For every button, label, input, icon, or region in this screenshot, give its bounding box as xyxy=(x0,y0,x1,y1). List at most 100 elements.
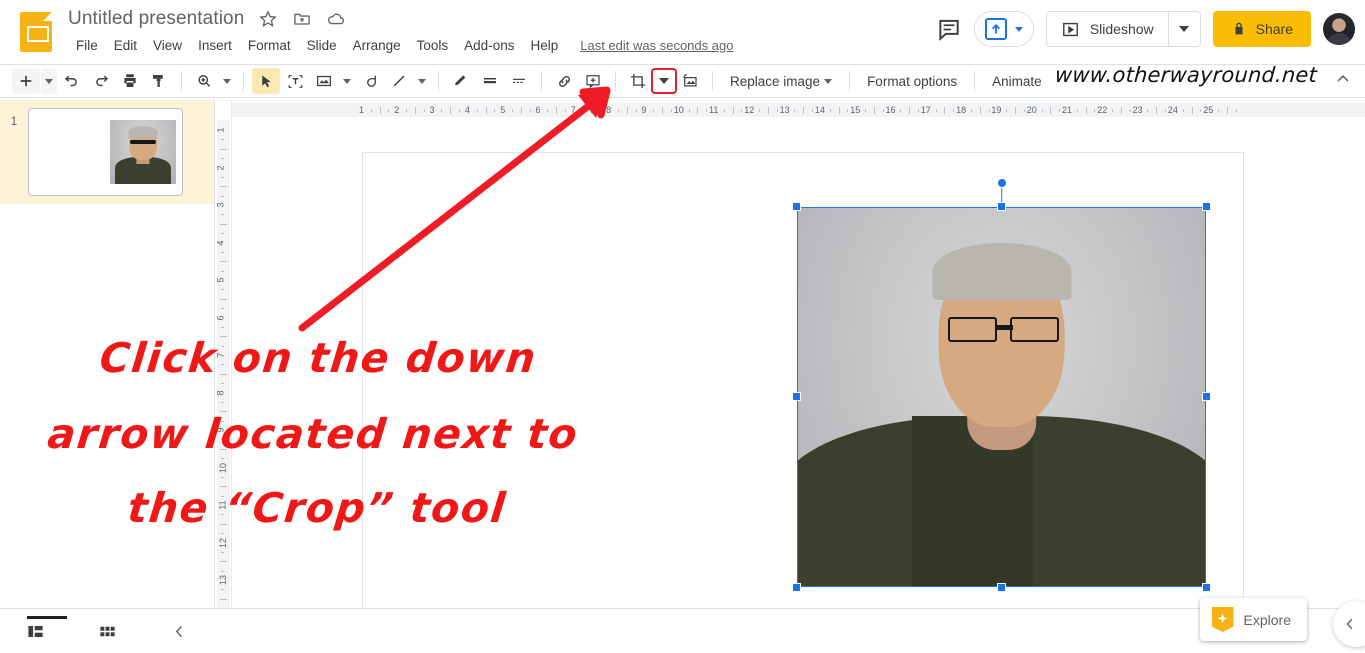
menu-format[interactable]: Format xyxy=(240,35,299,56)
replace-image-button[interactable]: Replace image xyxy=(721,70,841,93)
ruler-tick xyxy=(759,109,761,112)
menu-insert[interactable]: Insert xyxy=(190,35,240,56)
resize-handle-bl[interactable] xyxy=(792,583,801,592)
zoom-caret-icon[interactable] xyxy=(219,68,235,94)
slideshow-dropdown-button[interactable] xyxy=(1167,12,1200,46)
ruler-tick-label: 9 xyxy=(215,427,226,433)
avatar[interactable] xyxy=(1323,13,1355,45)
menu-addons[interactable]: Add-ons xyxy=(456,35,522,56)
zoom-icon[interactable] xyxy=(190,68,218,94)
shape-icon[interactable] xyxy=(356,68,384,94)
border-color-icon[interactable] xyxy=(447,68,475,94)
selection-border xyxy=(797,207,1206,587)
move-to-folder-icon[interactable] xyxy=(292,9,312,29)
slide-thumbnail[interactable] xyxy=(28,108,183,196)
resize-handle-ml[interactable] xyxy=(792,392,801,401)
active-tab-indicator xyxy=(27,616,67,619)
crop-icon[interactable] xyxy=(624,68,652,94)
ruler-tick xyxy=(494,109,496,112)
page-title[interactable]: Untitled presentation xyxy=(68,8,244,30)
ruler-tick xyxy=(847,109,849,112)
text-box-icon[interactable] xyxy=(281,68,309,94)
format-options-button[interactable]: Format options xyxy=(858,70,966,93)
app-header: Untitled presentation File Edit View Ins… xyxy=(0,0,1365,64)
grid-view-icon[interactable] xyxy=(93,617,121,645)
crop-caret-icon[interactable] xyxy=(651,68,677,94)
ruler-tick xyxy=(1006,109,1008,112)
ruler-tick xyxy=(221,176,224,178)
present-share-button[interactable] xyxy=(973,11,1034,47)
share-label: Share xyxy=(1255,21,1293,37)
ruler-tick xyxy=(741,109,743,112)
main-toolbar: Replace image Format options Animate www… xyxy=(0,63,1365,98)
list-item[interactable]: 1 xyxy=(0,100,214,204)
mask-image-icon[interactable] xyxy=(676,68,704,94)
ruler-tick xyxy=(591,107,593,114)
filmstrip-view-icon[interactable] xyxy=(22,617,50,645)
resize-handle-tr[interactable] xyxy=(1202,202,1211,211)
expand-panel-icon[interactable] xyxy=(1333,601,1365,647)
resize-handle-br[interactable] xyxy=(1202,583,1211,592)
menu-file[interactable]: File xyxy=(68,35,106,56)
vertical-ruler[interactable]: 1234567891011121314 xyxy=(215,100,232,647)
select-icon[interactable] xyxy=(252,68,280,94)
ruler-tick-label: 13 xyxy=(218,574,229,586)
ruler-tick xyxy=(547,109,549,112)
animate-button[interactable]: Animate xyxy=(983,70,1051,93)
cloud-status-icon[interactable] xyxy=(326,9,346,29)
menu-slide[interactable]: Slide xyxy=(299,35,345,56)
menu-view[interactable]: View xyxy=(145,35,190,56)
explore-button[interactable]: Explore xyxy=(1199,598,1307,641)
selected-image[interactable] xyxy=(792,178,1211,592)
ruler-tick-label: 16 xyxy=(885,105,896,115)
menu-arrange[interactable]: Arrange xyxy=(345,35,409,56)
resize-handle-tl[interactable] xyxy=(792,202,801,211)
undo-icon[interactable] xyxy=(58,68,86,94)
insert-link-icon[interactable] xyxy=(550,68,578,94)
ruler-tick xyxy=(221,383,224,385)
ruler-tick xyxy=(221,326,224,328)
border-dash-icon[interactable] xyxy=(505,68,533,94)
ruler-tick xyxy=(220,373,227,375)
add-comment-icon[interactable] xyxy=(579,68,607,94)
collapse-filmstrip-icon[interactable] xyxy=(165,617,193,645)
insert-image-caret-icon[interactable] xyxy=(339,68,355,94)
horizontal-ruler[interactable]: 1 2 3 4 5 6 7 8 9 10 11 12 13 14 15 16 17 18 19 20 21 22 23 24 2… xyxy=(232,100,1365,120)
line-icon[interactable] xyxy=(385,68,413,94)
paint-format-icon[interactable] xyxy=(145,68,173,94)
redo-icon[interactable] xyxy=(87,68,115,94)
ruler-tick xyxy=(221,533,224,535)
canvas-area[interactable] xyxy=(232,120,1365,608)
collapse-toolbar-icon[interactable] xyxy=(1333,69,1353,94)
resize-handle-bc[interactable] xyxy=(996,583,1006,592)
menu-edit[interactable]: Edit xyxy=(106,35,145,56)
border-weight-icon[interactable] xyxy=(476,68,504,94)
line-caret-icon[interactable] xyxy=(414,68,430,94)
insert-image-icon[interactable] xyxy=(310,68,338,94)
ruler-tick xyxy=(582,109,584,112)
open-comment-history-icon[interactable] xyxy=(936,16,962,42)
ruler-tick xyxy=(220,448,227,450)
resize-handle-mr[interactable] xyxy=(1202,392,1211,401)
slide-canvas[interactable] xyxy=(362,152,1244,608)
ruler-tick-label: 9 xyxy=(641,105,647,115)
ruler-tick xyxy=(812,109,814,112)
rotation-handle[interactable] xyxy=(996,178,1007,188)
explore-icon xyxy=(1211,607,1234,632)
ruler-tick xyxy=(723,109,725,112)
resize-handle-tc[interactable] xyxy=(996,202,1006,211)
print-icon[interactable] xyxy=(116,68,144,94)
ruler-tick xyxy=(1076,109,1078,112)
new-slide-icon[interactable] xyxy=(12,68,40,94)
slideshow-button[interactable]: Slideshow xyxy=(1047,12,1168,46)
ruler-tick-label: 12 xyxy=(218,537,229,548)
menu-tools[interactable]: Tools xyxy=(409,35,457,56)
ruler-tick xyxy=(1059,109,1061,112)
share-button[interactable]: Share xyxy=(1212,11,1311,47)
title-row: Untitled presentation xyxy=(68,8,346,30)
last-edit-link[interactable]: Last edit was seconds ago xyxy=(580,38,733,53)
ruler-tick xyxy=(1226,107,1228,114)
star-icon[interactable] xyxy=(258,9,278,29)
new-slide-caret-icon[interactable] xyxy=(41,68,57,94)
menu-help[interactable]: Help xyxy=(522,35,566,56)
